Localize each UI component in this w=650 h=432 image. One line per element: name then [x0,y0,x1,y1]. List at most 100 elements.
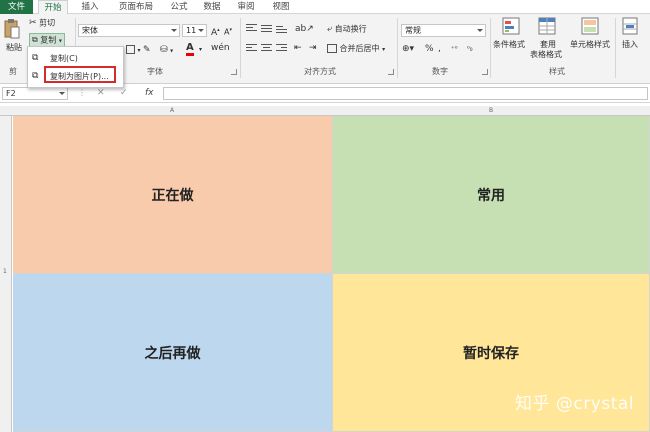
font-size-value: 11 [186,26,197,35]
align-left-icon[interactable] [246,44,257,53]
increase-decimal-icon: ⁺⁰ [451,45,458,53]
copy-icon: ⧉ [32,35,38,44]
decrease-indent-button[interactable]: ⇤ [294,42,302,54]
cell-text: 之后再做 [144,345,201,362]
tab-review[interactable]: 审阅 [233,0,259,14]
cell-text: 正在做 [151,187,194,204]
cut-button[interactable]: ✂ 剪切 [29,17,55,30]
decrease-decimal-button[interactable]: ⁰₀ [467,43,473,55]
chevron-down-icon: ▾ [170,47,174,55]
cell-text: 常用 [477,187,505,204]
bottom-align-icon[interactable] [276,26,287,35]
name-box-value: F2 [6,89,16,98]
cancel-icon[interactable]: ✕ [97,87,105,99]
insert-function-button[interactable]: fx [145,88,154,98]
tab-formulas[interactable]: 公式 [166,0,192,14]
currency-button[interactable]: ⊕▾ [402,43,414,55]
format-painter-icon: ✎ [143,45,151,55]
cell-text: 暂时保存 [463,345,519,362]
more-options-icon[interactable]: ⋮ [78,87,86,99]
column-header-b[interactable]: B [489,106,493,116]
align-right-icon[interactable] [276,44,287,53]
align-center-icon[interactable] [261,44,272,53]
copy-icon: ⧉ [32,53,39,63]
conditional-format-icon [502,17,520,35]
cell-b1[interactable]: 常用 [333,116,650,274]
alignment-dialog-launcher[interactable] [388,69,394,75]
merge-center-button[interactable]: 合并后居中 ▾ [327,43,385,56]
formula-input[interactable] [163,87,648,100]
chevron-down-icon: ▾ [58,37,62,45]
confirm-icon[interactable]: ✓ [120,87,128,99]
clipboard-group-label: 剪 [9,67,17,76]
group-divider [615,18,616,78]
cell-styles-icon [581,17,599,35]
chevron-down-icon [59,92,65,95]
insert-cells-icon [622,17,638,35]
insert-cells-button[interactable] [622,17,638,35]
font-dialog-launcher[interactable] [231,69,237,75]
watermark: 知乎 @crystal [515,394,634,414]
chevron-down-icon [171,29,177,32]
borders-button[interactable]: ▾ [126,44,141,57]
table-icon [538,17,556,35]
number-dialog-launcher[interactable] [482,69,488,75]
cell-a1[interactable]: 正在做 [13,116,333,274]
phonetic-button[interactable]: wén [211,42,230,54]
column-header-a[interactable]: A [170,106,174,116]
row-header-1[interactable]: 1 [3,268,7,275]
wrap-text-label: 自动换行 [334,24,367,34]
decrease-decimal-icon: ⁰₀ [467,45,473,53]
font-color-button[interactable]: A [186,42,194,56]
cell-styles-label: 单元格样式 [570,40,610,49]
menu-item-copy[interactable]: 复制(C) [50,53,78,64]
font-name-value: 宋体 [82,26,98,35]
cell-edit-icon-button[interactable]: ✎ [143,44,151,57]
tab-insert[interactable]: 插入 [76,0,104,14]
row-header-bar: 1 [0,116,12,432]
top-align-icon[interactable] [246,24,257,33]
increase-font-button[interactable]: A▴ [211,24,220,39]
tab-data[interactable]: 数据 [199,0,225,14]
text-orientation-icon: ab↗ [295,24,314,34]
number-format-value: 常规 [405,26,421,35]
group-divider [240,18,241,78]
middle-align-icon[interactable] [261,25,272,34]
name-box[interactable]: F2 [2,87,68,100]
chevron-down-icon: ▾ [382,46,386,53]
orientation-button[interactable]: ab↗ [295,23,314,35]
cell-styles-button[interactable] [575,17,605,35]
comma-button[interactable]: , [438,43,441,55]
cell-a2[interactable]: 之后再做 [13,274,333,432]
font-group-label: 字体 [147,67,163,76]
font-size-select[interactable]: 11 [182,24,207,37]
tab-view[interactable]: 视图 [268,0,294,14]
tab-page-layout[interactable]: 页面布局 [114,0,158,14]
indent-icon: ⇥ [309,43,317,53]
wen-icon: wén [211,43,230,53]
conditional-format-label: 条件格式 [493,40,525,49]
decrease-font-button[interactable]: A▾ [224,24,232,39]
percent-button[interactable]: % [425,43,434,55]
paste-icon [4,19,20,39]
increase-indent-button[interactable]: ⇥ [309,42,317,54]
increase-decimal-button[interactable]: ⁺⁰ [451,43,458,55]
fill-bucket-icon: ⛁ [160,45,168,55]
tab-file[interactable]: 文件 [0,0,33,14]
fill-color-button[interactable]: ⛁ ▾ [160,44,173,58]
alignment-group-label: 对齐方式 [304,67,336,76]
wrap-icon: ⤶ [327,24,333,34]
ribbon-tab-bar: 文件 开始 插入 页面布局 公式 数据 审阅 视图 [0,0,650,15]
merge-center-label: 合并后居中 [339,44,380,53]
chevron-down-icon[interactable]: ▾ [199,44,202,56]
paste-button[interactable] [3,18,23,44]
tab-home[interactable]: 开始 [38,0,68,15]
group-divider [397,18,398,78]
format-as-table-button[interactable] [532,17,562,35]
wrap-text-button[interactable]: ⤶ 自动换行 [327,23,367,36]
cut-label: 剪切 [39,18,56,28]
chevron-down-icon [477,29,483,32]
font-name-select[interactable]: 宋体 [78,24,180,37]
number-format-select[interactable]: 常规 [401,24,486,37]
conditional-format-button[interactable] [495,17,527,35]
